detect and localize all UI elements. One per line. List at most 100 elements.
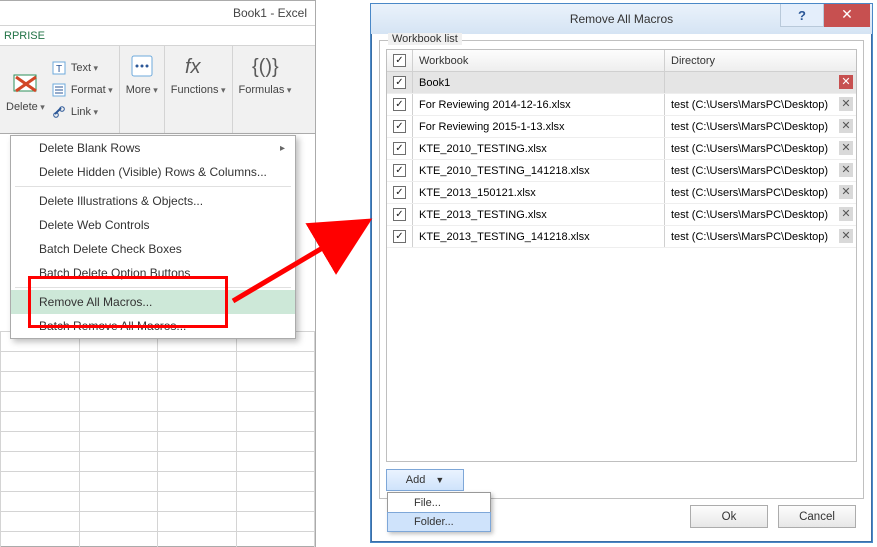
row-checkbox-cell[interactable] [387,72,413,93]
checkbox-icon [393,208,406,221]
row-checkbox-cell[interactable] [387,160,413,181]
table-row[interactable]: Book1✕ [387,72,856,94]
functions-button[interactable]: fx Functions [171,50,226,96]
menu-label: Folder... [414,516,454,528]
help-button[interactable]: ? [780,4,824,27]
checkbox-icon [393,186,406,199]
menu-delete-blank-rows[interactable]: Delete Blank Rows [11,136,295,160]
dialog-body: Workbook list Workbook Directory Book1✕F… [371,34,872,542]
add-menu-file[interactable]: File... [388,493,490,513]
row-directory: test (C:\Users\MarsPC\Desktop)✕ [665,204,856,225]
remove-row-button[interactable]: ✕ [839,185,853,199]
formulas-label: Formulas [239,84,292,96]
table-row[interactable]: KTE_2013_150121.xlsxtest (C:\Users\MarsP… [387,182,856,204]
ribbon-tab-label[interactable]: RPRISE [4,30,45,42]
row-workbook: For Reviewing 2014-12-16.xlsx [413,94,665,115]
menu-label: Delete Web Controls [39,218,150,232]
menu-delete-web-controls[interactable]: Delete Web Controls [11,213,295,237]
format-button[interactable]: Format [51,80,113,100]
chevron-down-icon: ▼ [435,475,444,485]
remove-row-button[interactable]: ✕ [839,229,853,243]
table-row[interactable]: KTE_2010_TESTING_141218.xlsxtest (C:\Use… [387,160,856,182]
formulas-button[interactable]: {()} Formulas [239,50,292,96]
row-directory: test (C:\Users\MarsPC\Desktop)✕ [665,116,856,137]
format-label: Format [71,84,113,96]
delete-label: Delete [6,101,45,113]
functions-label: Functions [171,84,226,96]
add-menu-folder[interactable]: Folder... [387,512,491,532]
remove-row-button[interactable]: ✕ [839,119,853,133]
link-button[interactable]: Link [51,102,113,122]
add-dropdown-menu: File... Folder... [387,492,491,532]
add-button-row: Add ▼ File... Folder... [386,468,857,492]
excel-titlebar: Book1 - Excel [0,1,315,26]
checkbox-icon [393,230,406,243]
ribbon-group-formulas: {()} Formulas [233,46,298,133]
dialog-titlebar[interactable]: Remove All Macros ? ✕ [371,4,872,34]
checkbox-icon [393,76,406,89]
rows-icon [15,139,33,157]
text-label: Text [71,62,98,74]
remove-row-button[interactable]: ✕ [839,97,853,111]
menu-batch-delete-checkboxes[interactable]: Batch Delete Check Boxes [11,237,295,261]
ribbon: Delete T Text Format Link [0,46,315,134]
checkbox-icon [393,98,406,111]
link-icon [51,104,67,120]
row-checkbox-cell[interactable] [387,204,413,225]
format-icon [51,82,67,98]
delete-icon [9,67,41,99]
checkbox-icon [393,142,406,155]
table-row[interactable]: For Reviewing 2015-1-13.xlsxtest (C:\Use… [387,116,856,138]
table-row[interactable]: KTE_2013_TESTING.xlsxtest (C:\Users\Mars… [387,204,856,226]
more-icon [126,50,158,82]
menu-batch-delete-option-buttons[interactable]: Batch Delete Option Buttons [11,261,295,285]
header-checkbox-cell[interactable] [387,50,413,71]
row-directory: test (C:\Users\MarsPC\Desktop)✕ [665,182,856,203]
remove-row-button[interactable]: ✕ [839,207,853,221]
add-button[interactable]: Add ▼ File... Folder... [386,469,464,491]
row-checkbox-cell[interactable] [387,182,413,203]
table-row[interactable]: KTE_2013_TESTING_141218.xlsxtest (C:\Use… [387,226,856,248]
remove-macros-dialog: Remove All Macros ? ✕ Workbook list Work… [370,3,873,543]
cancel-button[interactable]: Cancel [778,505,856,528]
checkbox-icon [393,54,406,67]
row-directory: ✕ [665,72,856,93]
cancel-label: Cancel [799,511,835,523]
header-directory[interactable]: Directory [665,50,856,71]
row-workbook: KTE_2013_TESTING.xlsx [413,204,665,225]
menu-label: Delete Illustrations & Objects... [39,194,203,208]
checkbox-icon [393,120,406,133]
close-icon: ✕ [841,6,853,22]
table-row[interactable]: For Reviewing 2014-12-16.xlsxtest (C:\Us… [387,94,856,116]
menu-label: Batch Delete Option Buttons [39,266,190,280]
svg-text:fx: fx [185,56,202,78]
row-checkbox-cell[interactable] [387,226,413,247]
row-workbook: KTE_2010_TESTING_141218.xlsx [413,160,665,181]
worksheet-grid[interactable] [0,331,315,547]
row-checkbox-cell[interactable] [387,116,413,137]
close-button[interactable]: ✕ [824,4,870,27]
menu-batch-remove-all-macros[interactable]: Batch Remove All Macros... [11,314,295,338]
remove-row-button[interactable]: ✕ [839,141,853,155]
ok-button[interactable]: Ok [690,505,768,528]
menu-label: Batch Delete Check Boxes [39,242,182,256]
braces-icon: {()} [249,50,281,82]
row-checkbox-cell[interactable] [387,138,413,159]
row-checkbox-cell[interactable] [387,94,413,115]
menu-delete-hidden-rows[interactable]: Delete Hidden (Visible) Rows & Columns..… [11,160,295,184]
header-workbook[interactable]: Workbook [413,50,665,71]
ok-label: Ok [722,511,737,523]
remove-row-button[interactable]: ✕ [839,163,853,177]
row-workbook: KTE_2010_TESTING.xlsx [413,138,665,159]
group-legend: Workbook list [388,33,462,45]
delete-button[interactable]: Delete [6,67,45,113]
table-row[interactable]: KTE_2010_TESTING.xlsxtest (C:\Users\Mars… [387,138,856,160]
menu-remove-all-macros[interactable]: Remove All Macros... [11,290,295,314]
more-label: More [126,84,158,96]
more-button[interactable]: More [126,50,158,96]
remove-row-button[interactable]: ✕ [839,75,853,89]
text-button[interactable]: T Text [51,58,113,78]
delete-dropdown-menu: Delete Blank Rows Delete Hidden (Visible… [10,135,296,339]
menu-delete-illustrations[interactable]: Delete Illustrations & Objects... [11,189,295,213]
ribbon-group-more: More [120,46,165,133]
